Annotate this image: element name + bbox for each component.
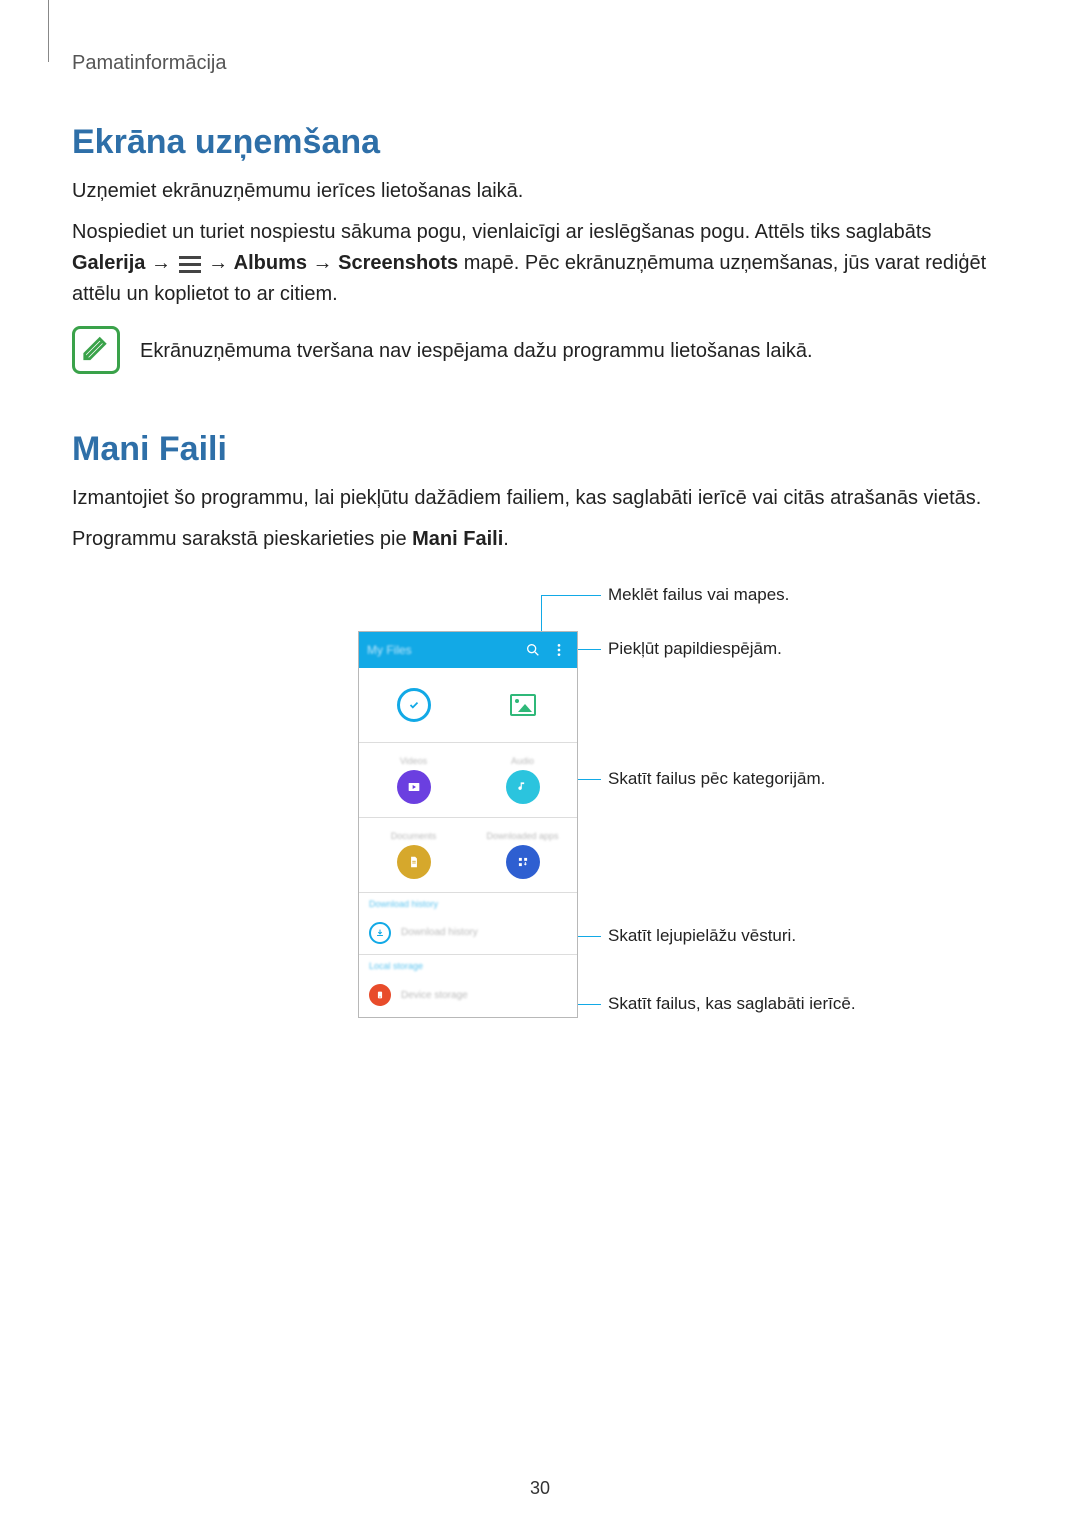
page-number: 30: [0, 1478, 1080, 1499]
heading-screen-capture: Ekrāna uzņemšana: [72, 123, 1008, 162]
callout-more: Piekļūt papildiespējām.: [608, 639, 782, 659]
category-documents[interactable]: Documents: [359, 818, 468, 892]
section-download-history: Download history: [359, 893, 577, 911]
category-recent[interactable]: [359, 668, 468, 742]
note-text: Ekrānuzņēmuma tveršana nav iespējama daž…: [140, 326, 813, 366]
callout-categories: Skatīt failus pēc kategorijām.: [608, 769, 825, 789]
paragraph: Programmu sarakstā pieskarieties pie Man…: [72, 524, 1008, 555]
figure-my-files: Meklēt failus vai mapes. Piekļūt papildi…: [72, 579, 1008, 1059]
app-title: My Files: [367, 643, 517, 657]
paragraph: Izmantojiet šo programmu, lai piekļūtu d…: [72, 483, 1008, 514]
row-device-storage[interactable]: Device storage: [359, 973, 577, 1017]
category-audio[interactable]: Audio: [468, 743, 577, 817]
row-download-history[interactable]: Download history: [359, 911, 577, 955]
category-images[interactable]: [468, 668, 577, 742]
note-icon: [72, 326, 120, 374]
callout-search: Meklēt failus vai mapes.: [608, 585, 789, 605]
breadcrumb: Pamatinformācija: [72, 52, 1008, 75]
callout-storage: Skatīt failus, kas saglabāti ierīcē.: [608, 994, 856, 1014]
category-videos[interactable]: Videos: [359, 743, 468, 817]
heading-my-files: Mani Faili: [72, 430, 1008, 469]
callout-downloads: Skatīt lejupielāžu vēsturi.: [608, 926, 796, 946]
paragraph: Nospiediet un turiet nospiestu sākuma po…: [72, 217, 1008, 310]
search-icon[interactable]: [523, 640, 543, 660]
category-downloaded-apps[interactable]: Downloaded apps: [468, 818, 577, 892]
paragraph: Uzņemiet ekrānuzņēmumu ierīces lietošana…: [72, 176, 1008, 207]
menu-icon: [179, 255, 201, 273]
more-options-icon[interactable]: [549, 640, 569, 660]
phone-screenshot: My Files: [358, 631, 578, 1018]
section-local-storage: Local storage: [359, 955, 577, 973]
